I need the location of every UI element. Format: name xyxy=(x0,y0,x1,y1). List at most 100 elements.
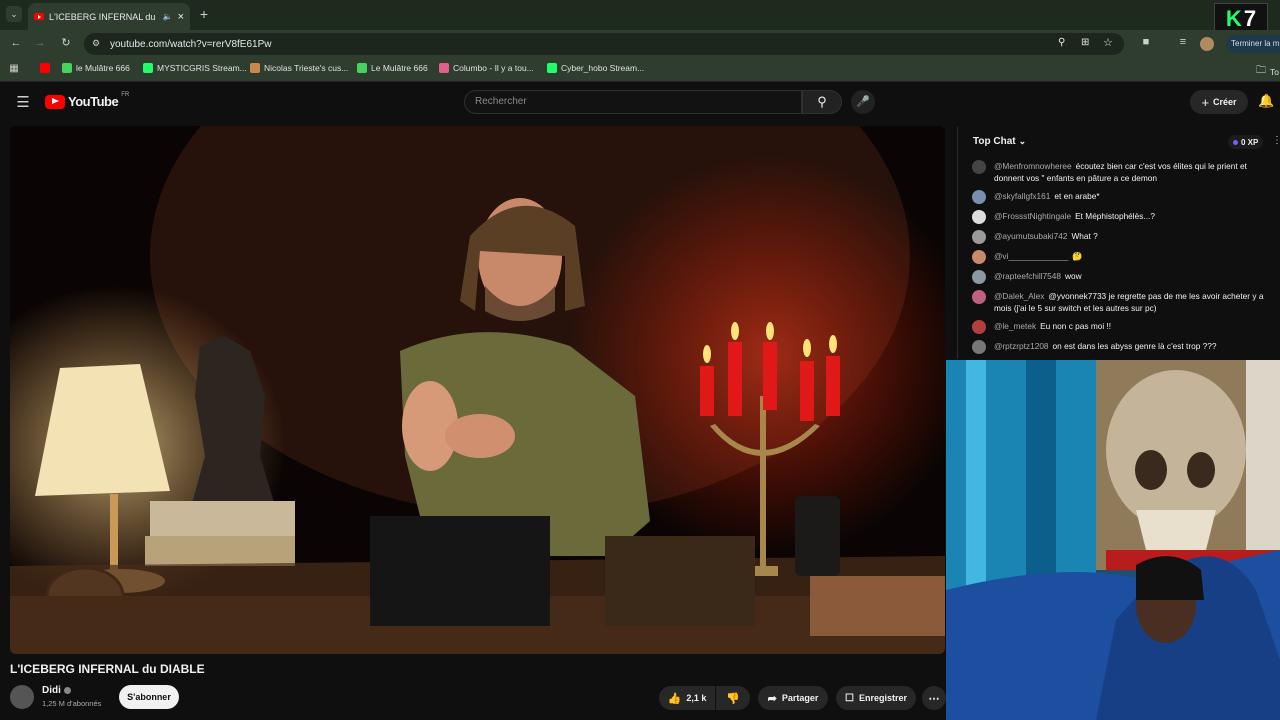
youtube-logo[interactable]: YouTube FR xyxy=(45,91,130,109)
chat-message: @vi_____________ 🤔 xyxy=(972,250,1278,264)
chat-author-name[interactable]: @ayumutsubaki742 xyxy=(994,231,1067,241)
chat-author-name[interactable]: @rptzrptz1208 xyxy=(994,341,1049,351)
search-icon[interactable]: ⚲ xyxy=(802,90,842,114)
like-count: 2,1 k xyxy=(686,693,707,703)
back-icon[interactable]: ← xyxy=(8,37,24,49)
dislike-button[interactable]: 👎 xyxy=(716,686,750,710)
chat-message-body: @Menfromnowheree écoutez bien car c'est v… xyxy=(994,160,1278,184)
bookmark-item[interactable]: Columbo - Il y a tou... xyxy=(439,63,534,73)
apps-grid-icon[interactable]: ▦ xyxy=(7,63,21,74)
bookmark-item[interactable]: Nicolas Trieste's cus... xyxy=(250,63,348,73)
browser-toolbar: ← → ↻ ⚙ youtube.com/watch?v=rerV8fE61Pw … xyxy=(0,30,1280,58)
bookmark-label: Le Mulâtre 666 xyxy=(371,63,428,73)
chat-author-name[interactable]: @le_metek xyxy=(994,321,1036,331)
save-button[interactable]: ☐ Enregistrer xyxy=(836,686,916,710)
subscriber-count: 1,25 M d'abonnés xyxy=(42,699,102,708)
profile-avatar[interactable] xyxy=(1200,37,1214,51)
reload-icon[interactable]: ↻ xyxy=(58,36,74,49)
chat-message-text: What ? xyxy=(1071,231,1098,241)
tab-title: L'ICEBERG INFERNAL du DIABLE xyxy=(49,11,158,22)
bookmark-item[interactable] xyxy=(40,63,50,73)
bookmark-item[interactable]: le Mulâtre 666 xyxy=(62,63,130,73)
bookmark-favicon-icon xyxy=(439,63,449,73)
tab-list-chevron-icon[interactable]: ⌄ xyxy=(6,6,22,22)
speaker-icon[interactable]: 🔈 xyxy=(163,12,173,21)
more-horizontal-icon: ⋯ xyxy=(928,692,940,705)
xp-badge[interactable]: 0 XP xyxy=(1228,135,1264,149)
xp-value: 0 XP xyxy=(1241,137,1259,147)
notifications-bell-icon[interactable]: 🔔 xyxy=(1258,93,1274,109)
chat-author-avatar[interactable] xyxy=(972,250,986,264)
region-code: FR xyxy=(121,91,130,98)
chat-message: @Dalek_Alex @yvonnek7733 je regrette pas … xyxy=(972,290,1278,314)
subscribe-button[interactable]: S'abonner xyxy=(119,685,179,709)
video-metadata: L'ICEBERG INFERNAL du DIABLE Didi 1,25 M… xyxy=(0,656,946,720)
bookmark-icon: ☐ xyxy=(845,692,854,704)
forward-icon[interactable]: → xyxy=(32,37,48,49)
bookmark-star-icon[interactable]: ☆ xyxy=(1103,36,1113,49)
channel-name[interactable]: Didi xyxy=(42,685,61,696)
hamburger-menu-icon[interactable]: ☰ xyxy=(14,93,32,111)
extensions-icon[interactable]: ■ xyxy=(1138,36,1154,48)
chat-message-body: @le_metek Eu non c pas moi !! xyxy=(994,320,1111,334)
bookmark-label: le Mulâtre 666 xyxy=(76,63,130,73)
thumbs-up-icon: 👍 xyxy=(667,692,682,705)
new-tab-icon[interactable]: + xyxy=(196,6,212,22)
address-bar[interactable]: ⚙ youtube.com/watch?v=rerV8fE61Pw ⚲ ⊞ ☆ xyxy=(84,33,1124,55)
streamer-webcam-overlay xyxy=(946,360,1280,720)
site-info-icon[interactable]: ⚙ xyxy=(92,38,100,49)
chat-author-avatar[interactable] xyxy=(972,230,986,244)
url-text: youtube.com/watch?v=rerV8fE61Pw xyxy=(110,38,272,50)
chat-author-avatar[interactable] xyxy=(972,160,986,174)
install-app-icon[interactable]: ⊞ xyxy=(1081,37,1089,48)
more-actions-button[interactable]: ⋯ xyxy=(922,686,946,710)
video-frame-scene xyxy=(10,126,945,654)
bookmark-favicon-icon xyxy=(250,63,260,73)
browser-tab[interactable]: L'ICEBERG INFERNAL du DIABLE 🔈 × xyxy=(28,3,190,30)
youtube-favicon-icon xyxy=(34,13,44,20)
chat-author-avatar[interactable] xyxy=(972,210,986,224)
chat-author-name[interactable]: @rapteefchill7548 xyxy=(994,271,1061,281)
bookmark-favicon-icon xyxy=(62,63,72,73)
close-tab-icon[interactable]: × xyxy=(178,11,184,23)
bookmark-item[interactable]: MYSTICGRIS Stream... xyxy=(143,63,247,73)
channel-avatar[interactable] xyxy=(10,685,34,709)
chat-message-body: @vi_____________ 🤔 xyxy=(994,250,1083,264)
chat-message-body: @rptzrptz1208 on est dans les abyss genre… xyxy=(994,340,1216,354)
bookmark-item[interactable]: Cyber_hobo Stream... xyxy=(547,63,644,73)
share-label: Partager xyxy=(781,693,819,703)
share-arrow-icon: ➦ xyxy=(767,692,777,705)
chat-author-avatar[interactable] xyxy=(972,270,986,284)
zoom-icon[interactable]: ⚲ xyxy=(1058,37,1065,48)
create-label: Créer xyxy=(1213,97,1237,107)
chat-author-avatar[interactable] xyxy=(972,320,986,334)
all-bookmarks-folder[interactable]: 🗀 To xyxy=(1256,63,1279,80)
voice-search-mic-icon[interactable]: 🎤 xyxy=(851,90,875,114)
chat-author-avatar[interactable] xyxy=(972,290,986,304)
chat-author-name[interactable]: @vi_____________ xyxy=(994,251,1068,261)
create-button[interactable]: + Créer xyxy=(1190,90,1248,114)
chat-author-name[interactable]: @FrossstNightingale xyxy=(994,211,1071,221)
bookmark-label: Nicolas Trieste's cus... xyxy=(264,63,349,73)
bookmark-label: Columbo - Il y a tou... xyxy=(453,63,534,73)
share-button[interactable]: ➦ Partager xyxy=(758,686,828,710)
chat-more-icon[interactable]: ⋮ xyxy=(1272,135,1280,146)
media-controls-icon[interactable]: ≡ xyxy=(1175,36,1191,48)
video-player[interactable] xyxy=(10,126,945,654)
chat-mode-dropdown[interactable]: Top Chat ⌄ xyxy=(973,136,1026,147)
chat-author-name[interactable]: @skyfallgfx161 xyxy=(994,191,1050,201)
like-button[interactable]: 👍 2,1 k xyxy=(659,686,715,710)
profile-action-button[interactable]: Terminer la m xyxy=(1226,35,1280,53)
plus-icon: + xyxy=(1201,94,1210,110)
chat-author-avatar[interactable] xyxy=(972,190,986,204)
chat-message: @skyfallgfx161 et en arabe* xyxy=(972,190,1278,204)
chat-message: @rptzrptz1208 on est dans les abyss genre… xyxy=(972,340,1278,354)
folder-icon: 🗀 xyxy=(1256,65,1266,76)
chat-author-avatar[interactable] xyxy=(972,340,986,354)
chat-message: @Menfromnowheree écoutez bien car c'est v… xyxy=(972,160,1278,184)
bookmarks-bar: ▦ le Mulâtre 666 MYSTICGRIS Stream... Nico… xyxy=(0,58,1280,82)
chat-author-name[interactable]: @Dalek_Alex xyxy=(994,291,1044,301)
chat-author-name[interactable]: @Menfromnowheree xyxy=(994,161,1072,171)
search-input[interactable]: Rechercher xyxy=(464,90,802,114)
bookmark-item[interactable]: Le Mulâtre 666 xyxy=(357,63,428,73)
